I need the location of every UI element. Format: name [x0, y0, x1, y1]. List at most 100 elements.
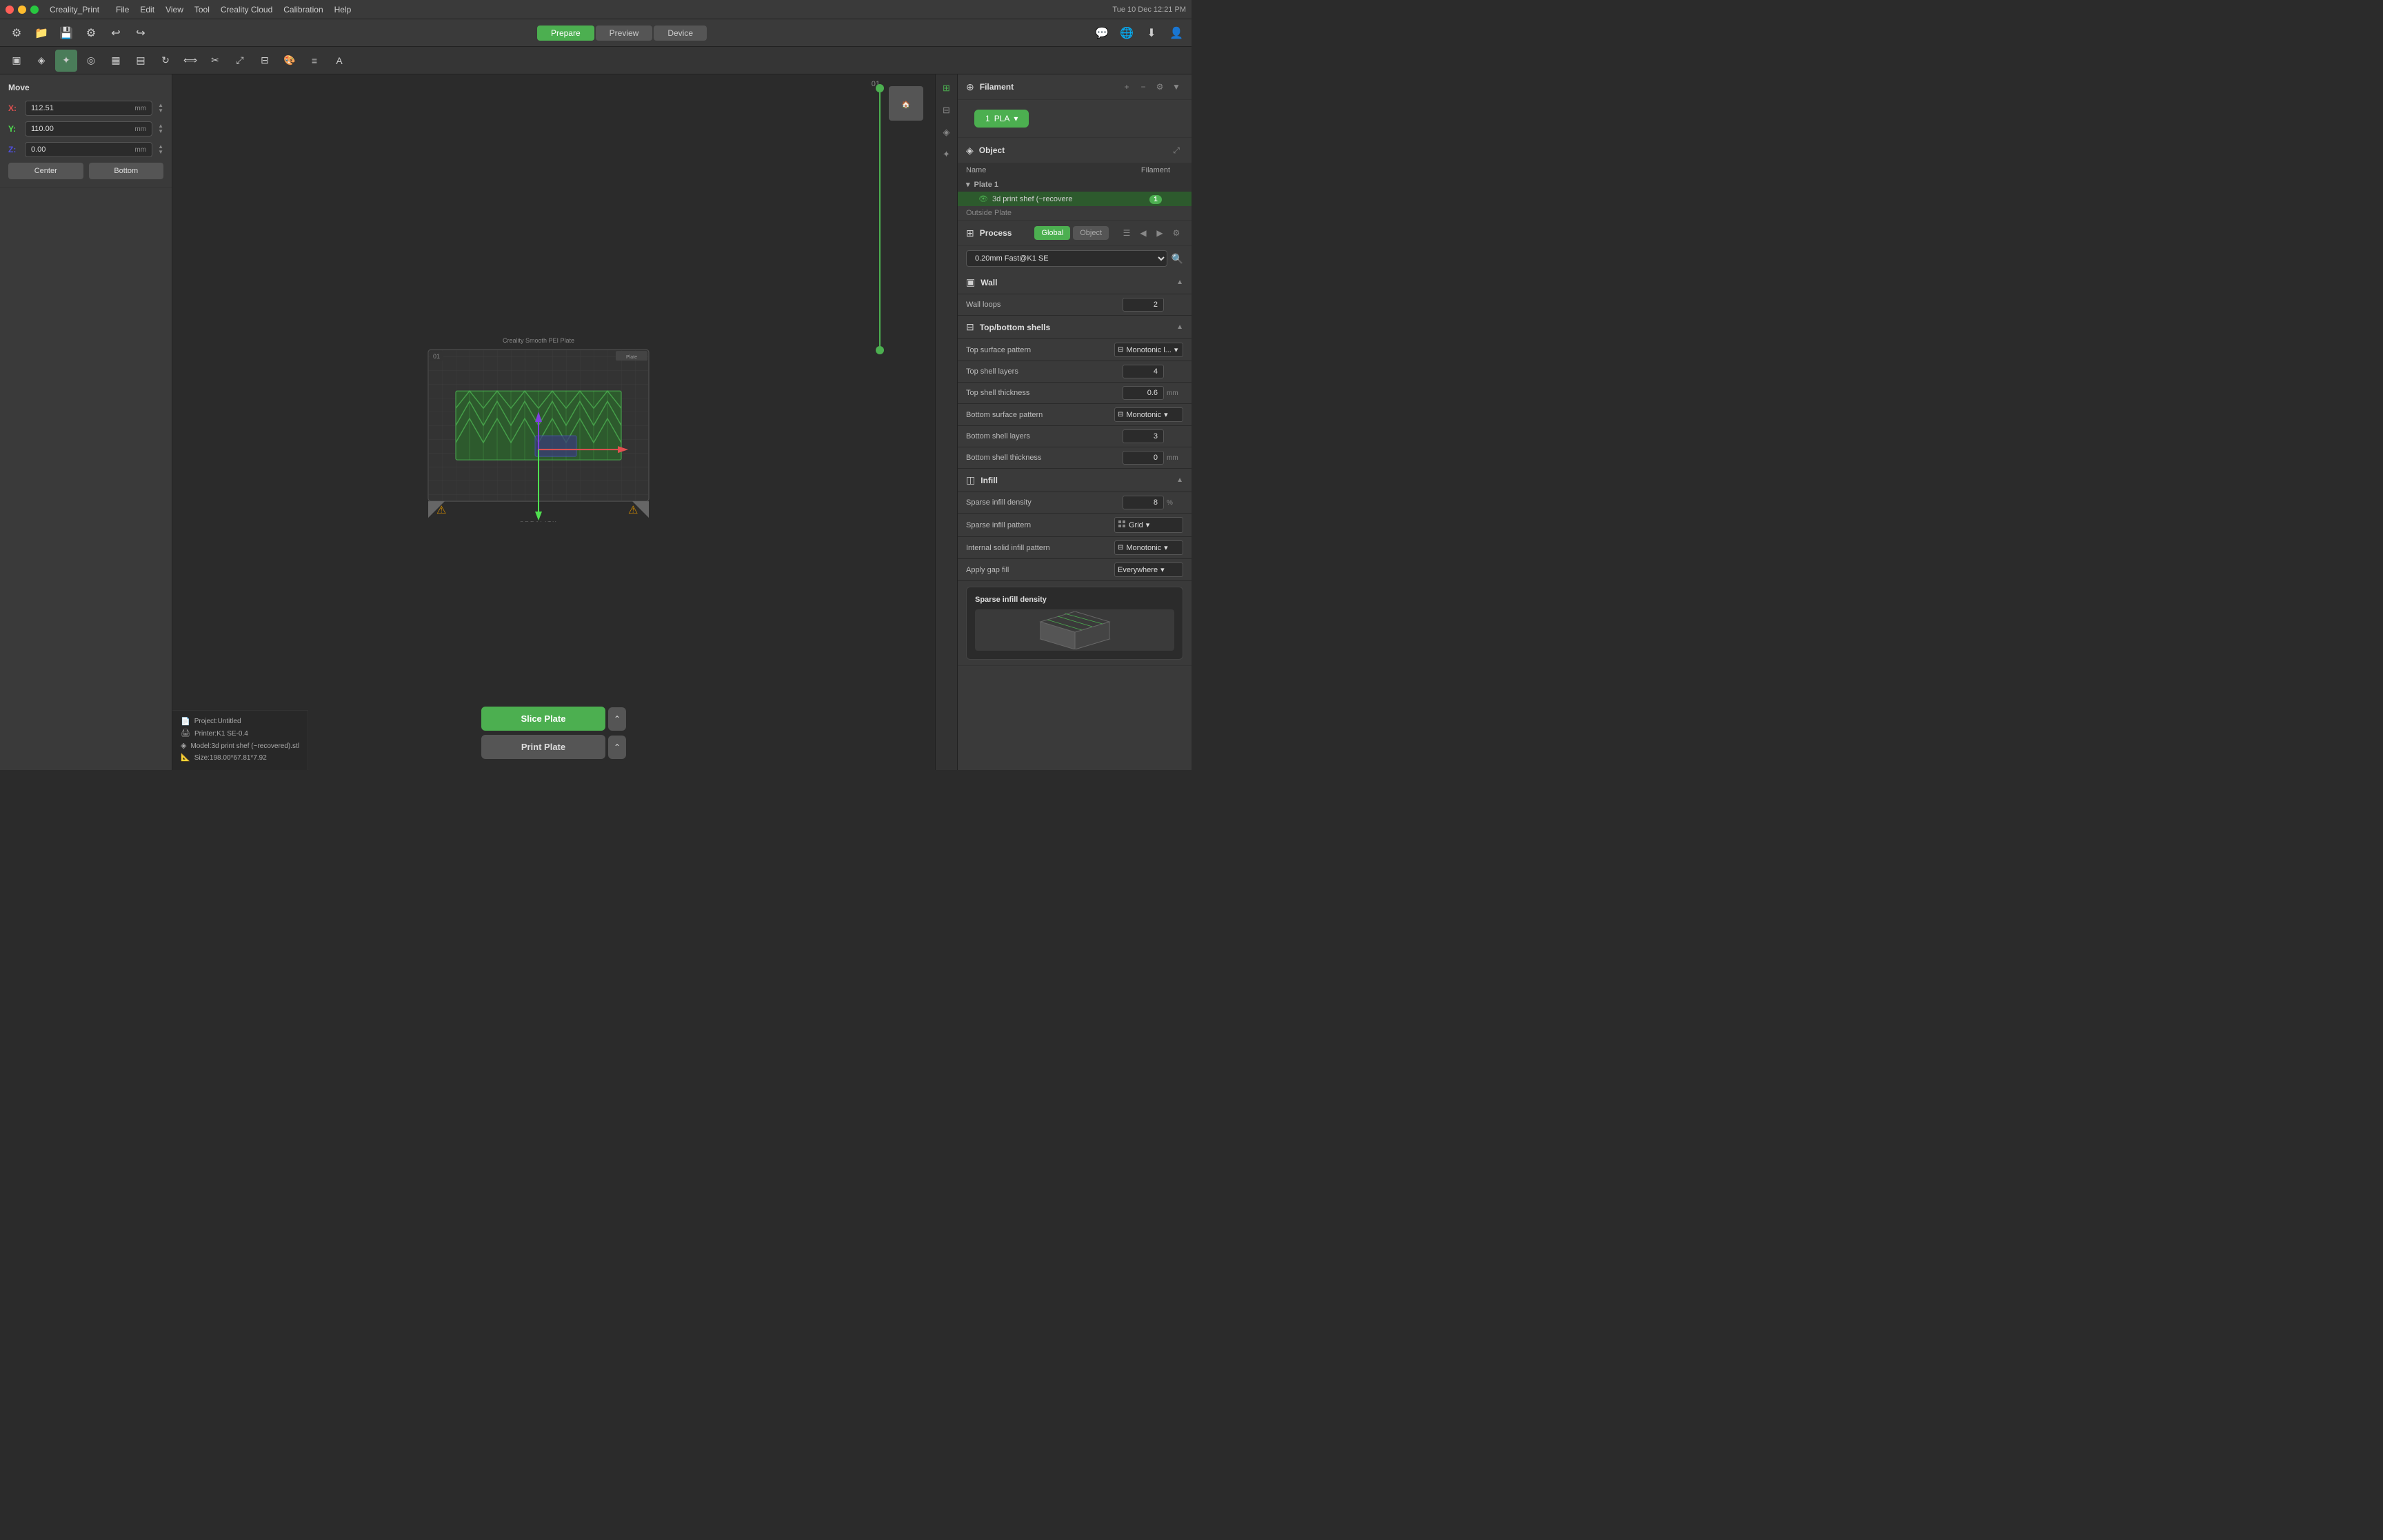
- global-tab[interactable]: Global: [1034, 226, 1070, 240]
- preset-select[interactable]: 0.20mm Fast@K1 SE: [966, 250, 1167, 267]
- z-down-arrow[interactable]: ▼: [158, 150, 163, 155]
- device-mode-button[interactable]: Device: [654, 26, 707, 41]
- open-button[interactable]: 📁: [30, 22, 52, 44]
- process-next-button[interactable]: ▶: [1153, 226, 1167, 240]
- preview-mode-button[interactable]: Preview: [596, 26, 653, 41]
- minimize-button[interactable]: [18, 6, 26, 14]
- sparse-pattern-value: Grid: [1129, 521, 1143, 529]
- process-list-button[interactable]: ☰: [1120, 226, 1134, 240]
- menu-tool[interactable]: Tool: [194, 5, 210, 14]
- flatten-button[interactable]: ⊟: [254, 50, 276, 72]
- settings-button[interactable]: ⚙: [6, 22, 28, 44]
- top-bottom-collapse-icon: ▲: [1176, 323, 1183, 331]
- viewport-label: 01: [872, 80, 880, 88]
- y-arrows[interactable]: ▲ ▼: [158, 123, 163, 134]
- split-button[interactable]: ✂: [204, 50, 226, 72]
- x-input[interactable]: 112.51 mm: [25, 101, 152, 116]
- bottom-surface-pattern-dropdown[interactable]: ⊟ Monotonic ▾: [1114, 407, 1183, 422]
- apply-gap-dropdown[interactable]: Everywhere ▾: [1114, 563, 1183, 577]
- support-button[interactable]: ◎: [80, 50, 102, 72]
- menu-view[interactable]: View: [165, 5, 183, 14]
- mirror-button[interactable]: ⟺: [179, 50, 201, 72]
- model-row[interactable]: 👁 3d print shef (~recovere 1: [958, 192, 1192, 206]
- slice-expand-button[interactable]: ⌃: [608, 707, 626, 731]
- filament-add-button[interactable]: +: [1120, 80, 1134, 94]
- z-input[interactable]: 0.00 mm: [25, 142, 152, 157]
- rc-object-icon[interactable]: ◈: [938, 124, 955, 141]
- print-plate-button[interactable]: Print Plate: [481, 735, 605, 759]
- center-button[interactable]: Center: [8, 163, 83, 179]
- filament-settings-button[interactable]: ⚙: [1153, 80, 1167, 94]
- filament-remove-button[interactable]: −: [1136, 80, 1150, 94]
- redo-button[interactable]: ↪: [130, 22, 152, 44]
- filament-type-button[interactable]: 1 PLA ▾: [974, 110, 1029, 128]
- process-settings-button[interactable]: ⚙: [1169, 226, 1183, 240]
- z-unit: mm: [134, 146, 146, 154]
- menu-help[interactable]: Help: [334, 5, 352, 14]
- text-button[interactable]: A: [328, 50, 350, 72]
- clock: Tue 10 Dec 12:21 PM: [1112, 6, 1186, 14]
- account-button[interactable]: 👤: [1167, 23, 1186, 43]
- color-button[interactable]: 🎨: [279, 50, 301, 72]
- download-button[interactable]: ⬇: [1142, 23, 1161, 43]
- undo-button[interactable]: ↩: [105, 22, 127, 44]
- view-2d-button[interactable]: ▣: [6, 50, 28, 72]
- place-button[interactable]: ✦: [55, 50, 77, 72]
- infill-section-header[interactable]: ◫ Infill ▲: [958, 469, 1192, 492]
- preset-search-button[interactable]: 🔍: [1172, 253, 1183, 265]
- save-button[interactable]: 💾: [55, 22, 77, 44]
- sparse-density-input[interactable]: [1123, 496, 1164, 509]
- top-shell-thickness-input[interactable]: [1123, 386, 1164, 400]
- layers-button[interactable]: ≡: [303, 50, 325, 72]
- model-visibility-icon[interactable]: 👁: [978, 194, 988, 203]
- vertical-gizmo: [873, 74, 887, 770]
- object-expand-button[interactable]: ⤢: [1169, 143, 1183, 157]
- y-down-arrow[interactable]: ▼: [158, 129, 163, 134]
- top-shell-layers-input[interactable]: [1123, 365, 1164, 378]
- process-prev-button[interactable]: ◀: [1136, 226, 1150, 240]
- viewport[interactable]: 🏠 01: [172, 74, 935, 770]
- maximize-button[interactable]: [30, 6, 39, 14]
- menu-cloud[interactable]: Creality Cloud: [221, 5, 272, 14]
- menu-edit[interactable]: Edit: [140, 5, 154, 14]
- chat-button[interactable]: 💬: [1092, 23, 1112, 43]
- filament-collapse-button[interactable]: ▼: [1169, 80, 1183, 94]
- sparse-pattern-dropdown[interactable]: Grid ▾: [1114, 517, 1183, 533]
- top-bottom-header[interactable]: ⊟ Top/bottom shells ▲: [958, 316, 1192, 339]
- rc-support-icon[interactable]: ✦: [938, 146, 955, 163]
- top-surface-pattern-dropdown[interactable]: ⊟ Monotonic l... ▾: [1114, 343, 1183, 357]
- bottom-shell-layers-input[interactable]: [1123, 429, 1164, 443]
- prepare-mode-button[interactable]: Prepare: [537, 26, 594, 41]
- right-icon-strip: ⊞ ⊟ ◈ ✦: [935, 74, 957, 770]
- bottom-button[interactable]: Bottom: [89, 163, 164, 179]
- rc-layers-icon[interactable]: ⊟: [938, 102, 955, 119]
- bottom-shell-thickness-input[interactable]: [1123, 451, 1164, 465]
- menu-calibration[interactable]: Calibration: [283, 5, 323, 14]
- rotate-button[interactable]: ↻: [154, 50, 177, 72]
- scale-button[interactable]: ⤢: [229, 50, 251, 72]
- close-button[interactable]: [6, 6, 14, 14]
- x-down-arrow[interactable]: ▼: [158, 108, 163, 114]
- wall-section-header[interactable]: ▣ Wall ▲: [958, 271, 1192, 294]
- menu-file[interactable]: File: [116, 5, 129, 14]
- internal-solid-dropdown[interactable]: ⊟ Monotonic ▾: [1114, 540, 1183, 555]
- slice-plate-button[interactable]: Slice Plate: [481, 707, 605, 731]
- z-arrows[interactable]: ▲ ▼: [158, 144, 163, 155]
- nav-cube[interactable]: 🏠: [885, 83, 927, 124]
- plate-expand-icon[interactable]: ▾: [966, 180, 970, 189]
- network-button[interactable]: 🌐: [1117, 23, 1136, 43]
- infill-section: ◫ Infill ▲ Sparse infill density % Spars…: [958, 469, 1192, 581]
- arrange-button[interactable]: ▦: [105, 50, 127, 72]
- process-title: Process: [980, 228, 1024, 238]
- view-3d-button[interactable]: ◈: [30, 50, 52, 72]
- print-expand-button[interactable]: ⌃: [608, 736, 626, 759]
- preferences-button[interactable]: ⚙: [80, 22, 102, 44]
- rc-home-icon[interactable]: ⊞: [938, 80, 955, 97]
- y-input[interactable]: 110.00 mm: [25, 121, 152, 136]
- bottom-shell-layers-row: Bottom shell layers: [958, 426, 1192, 447]
- object-tab[interactable]: Object: [1073, 226, 1109, 240]
- x-unit: mm: [134, 105, 146, 112]
- wall-loops-input[interactable]: [1123, 298, 1164, 312]
- slice-preview-button[interactable]: ▤: [130, 50, 152, 72]
- x-arrows[interactable]: ▲ ▼: [158, 103, 163, 114]
